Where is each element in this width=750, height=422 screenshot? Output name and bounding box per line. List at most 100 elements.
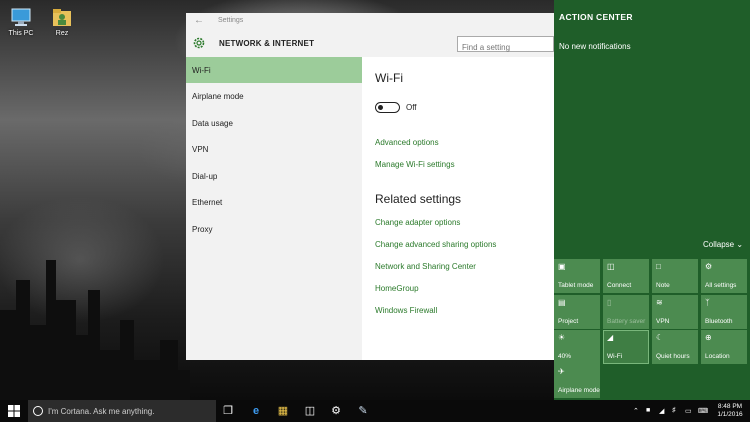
- tile-label: Airplane mode: [558, 387, 600, 394]
- tile-label: 40%: [558, 353, 572, 360]
- show-hidden-icons-icon[interactable]: ⌃: [633, 407, 639, 415]
- tile-label: Tablet mode: [558, 282, 594, 289]
- taskbar: I'm Cortana. Ask me anything. ❐ e ▦ ◫ ⚙ …: [0, 400, 750, 422]
- clock-date: 1/1/2016: [717, 411, 743, 418]
- cortana-search-box[interactable]: I'm Cortana. Ask me anything.: [28, 400, 216, 422]
- moon-icon: ☾: [656, 333, 664, 342]
- settings-window: ← Settings NETWORK & INTERNET Wi-Fi Airp…: [186, 13, 554, 360]
- collapse-button[interactable]: Collapse ⌄: [703, 240, 743, 249]
- quick-action-connect[interactable]: ◫ Connect: [603, 259, 649, 293]
- quick-action-tablet-mode[interactable]: ▣ Tablet mode: [554, 259, 600, 293]
- project-icon: ▤: [558, 298, 566, 307]
- tile-label: Wi-Fi: [607, 353, 623, 360]
- tile-label: Connect: [607, 282, 632, 289]
- action-center-title: ACTION CENTER: [559, 12, 633, 22]
- nav-item-dial-up[interactable]: Dial-up: [186, 163, 362, 189]
- bluetooth-icon: ᛉ: [705, 298, 710, 307]
- nav-item-proxy[interactable]: Proxy: [186, 216, 362, 242]
- action-center: ACTION CENTER No new notifications Colla…: [554, 0, 750, 400]
- computer-icon: [11, 8, 31, 26]
- window-title: Settings: [218, 17, 244, 24]
- desktop-icon-this-pc[interactable]: This PC: [2, 6, 40, 37]
- cortana-icon: [33, 406, 43, 416]
- airplane-icon: ✈: [558, 367, 565, 376]
- toggle-knob: [378, 104, 383, 110]
- quick-action-brightness[interactable]: ☀ 40%: [554, 330, 600, 364]
- tile-label: All settings: [705, 282, 737, 289]
- toggle-state-label: Off: [406, 103, 417, 112]
- note-icon: □: [656, 262, 661, 271]
- quick-action-location[interactable]: ⊕ Location: [701, 330, 747, 364]
- tray-app-icon[interactable]: ■: [646, 407, 650, 414]
- desktop-icon-label: This PC: [8, 30, 34, 37]
- quick-action-wifi[interactable]: ◢ Wi-Fi: [603, 330, 649, 364]
- tile-label: Quiet hours: [656, 353, 690, 360]
- title-bar[interactable]: ← Settings: [186, 13, 554, 31]
- tile-label: Location: [705, 353, 730, 360]
- keyboard-icon[interactable]: ⌨: [698, 407, 708, 415]
- chevron-down-icon: ⌄: [736, 240, 744, 249]
- settings-icon[interactable]: ⚙: [327, 403, 345, 419]
- store-icon[interactable]: ◫: [301, 403, 319, 419]
- nav-item-wifi[interactable]: Wi-Fi: [186, 57, 362, 83]
- network-icon[interactable]: ◢: [659, 407, 664, 415]
- quick-action-bluetooth[interactable]: ᛉ Bluetooth: [701, 295, 747, 329]
- battery-icon[interactable]: ▭: [685, 407, 692, 415]
- quick-action-vpn[interactable]: ≋ VPN: [652, 295, 698, 329]
- settings-content: Wi-Fi Off Advanced options Manage Wi-Fi …: [362, 57, 554, 360]
- search-box[interactable]: [457, 36, 554, 55]
- paint-icon[interactable]: ✎: [354, 403, 372, 419]
- link-change-adapter-options[interactable]: Change adapter options: [375, 218, 460, 227]
- battery-saver-icon: ▯: [607, 298, 612, 307]
- back-arrow-icon[interactable]: ←: [194, 15, 204, 26]
- notifications-empty-note: No new notifications: [559, 42, 631, 51]
- link-advanced-sharing-options[interactable]: Change advanced sharing options: [375, 240, 496, 249]
- link-windows-firewall[interactable]: Windows Firewall: [375, 306, 437, 315]
- tile-label: Note: [656, 282, 670, 289]
- windows-start-icon[interactable]: [8, 405, 20, 417]
- search-input[interactable]: [458, 40, 550, 55]
- settings-nav: Wi-Fi Airplane mode Data usage VPN Dial-…: [186, 57, 362, 360]
- gear-icon: ⚙: [705, 262, 713, 271]
- link-network-sharing-center[interactable]: Network and Sharing Center: [375, 262, 476, 271]
- vpn-icon: ≋: [656, 298, 663, 307]
- related-settings-heading: Related settings: [375, 192, 462, 206]
- collapse-label: Collapse: [703, 240, 735, 249]
- desktop-icon-label: Rez: [55, 30, 69, 37]
- system-clock[interactable]: 8:48 PM 1/1/2016: [712, 403, 748, 419]
- nav-item-ethernet[interactable]: Ethernet: [186, 189, 362, 215]
- link-homegroup[interactable]: HomeGroup: [375, 284, 419, 293]
- link-manage-wifi-settings[interactable]: Manage Wi-Fi settings: [375, 160, 455, 169]
- task-view-icon[interactable]: ❐: [219, 403, 237, 419]
- wifi-toggle[interactable]: [375, 102, 400, 113]
- user-folder-icon: [53, 9, 71, 26]
- volume-icon[interactable]: ♯: [672, 407, 676, 414]
- nav-item-airplane-mode[interactable]: Airplane mode: [186, 83, 362, 109]
- quick-action-quiet-hours[interactable]: ☾ Quiet hours: [652, 330, 698, 364]
- desktop-icon-rez[interactable]: Rez: [43, 6, 81, 37]
- quick-action-project[interactable]: ▤ Project: [554, 295, 600, 329]
- clock-time: 8:48 PM: [717, 403, 743, 410]
- tile-label: Battery saver: [607, 318, 646, 325]
- quick-action-battery-saver[interactable]: ▯ Battery saver: [603, 295, 649, 329]
- quick-action-all-settings[interactable]: ⚙ All settings: [701, 259, 747, 293]
- tile-label: VPN: [656, 318, 670, 325]
- city-skyline-wallpaper: [0, 260, 190, 400]
- edge-icon[interactable]: e: [247, 403, 265, 419]
- settings-header: NETWORK & INTERNET: [186, 31, 554, 57]
- brightness-icon: ☀: [558, 333, 566, 342]
- wifi-icon: ◢: [607, 333, 614, 342]
- connect-icon: ◫: [607, 262, 615, 271]
- quick-action-airplane-mode[interactable]: ✈ Airplane mode: [554, 364, 600, 398]
- tablet-mode-icon: ▣: [558, 262, 566, 271]
- gear-icon: [193, 37, 205, 49]
- file-explorer-icon[interactable]: ▦: [274, 403, 292, 419]
- page-title: NETWORK & INTERNET: [219, 39, 315, 48]
- link-advanced-options[interactable]: Advanced options: [375, 138, 439, 147]
- tile-label: Bluetooth: [705, 318, 733, 325]
- quick-action-note[interactable]: □ Note: [652, 259, 698, 293]
- nav-item-data-usage[interactable]: Data usage: [186, 110, 362, 136]
- cortana-placeholder: I'm Cortana. Ask me anything.: [48, 407, 155, 416]
- content-heading: Wi-Fi: [375, 71, 403, 85]
- nav-item-vpn[interactable]: VPN: [186, 136, 362, 162]
